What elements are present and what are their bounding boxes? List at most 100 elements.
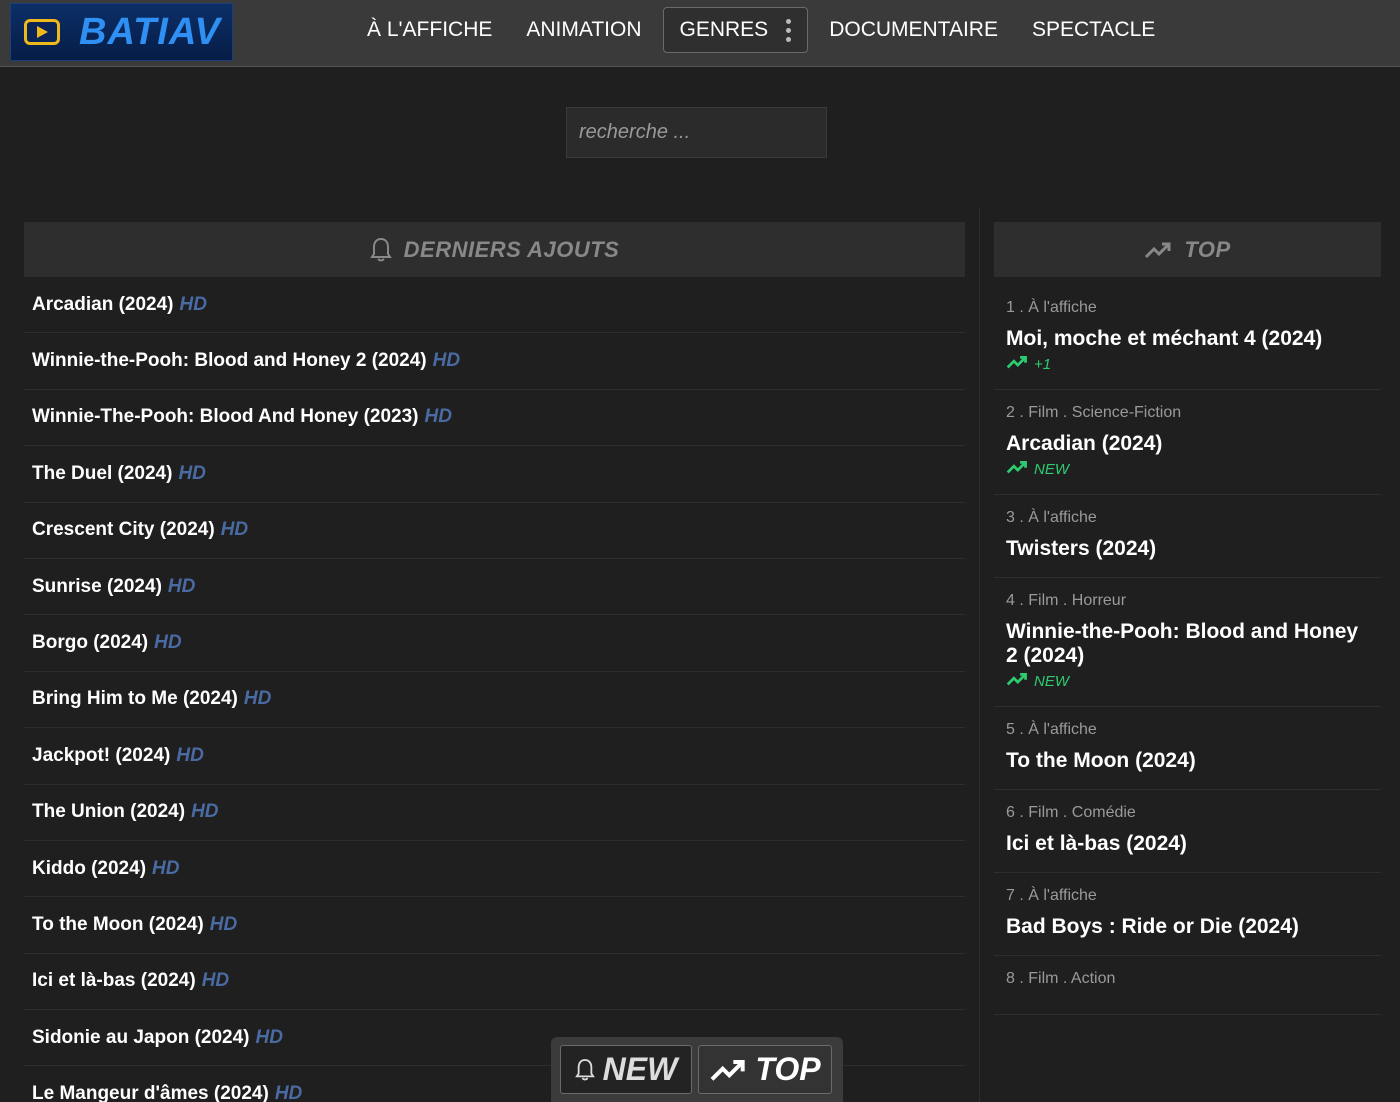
hd-badge: HD [255, 1026, 283, 1048]
new-button[interactable]: NEW [560, 1045, 692, 1094]
nav-documentaire[interactable]: DOCUMENTAIRE [812, 18, 1015, 42]
trending-up-icon [1006, 672, 1034, 690]
top-item[interactable]: 1 . À l'affiche Moi, moche et méchant 4 (… [994, 285, 1381, 390]
latest-item-title: Winnie-the-Pooh: Blood and Honey 2 (2024… [32, 350, 427, 372]
latest-item-title: Ici et là-bas (2024) [32, 970, 196, 992]
play-icon [24, 19, 60, 45]
latest-item-title: To the Moon (2024) [32, 913, 204, 935]
trending-up-icon [1145, 242, 1171, 258]
latest-item-title: Winnie-The-Pooh: Blood And Honey (2023) [32, 406, 419, 428]
top-item-title: Twisters (2024) [1006, 537, 1157, 560]
new-button-label: NEW [602, 1051, 678, 1087]
latest-item[interactable]: Arcadian (2024) HD [24, 277, 965, 334]
latest-item-title: Bring Him to Me (2024) [32, 688, 238, 710]
nav-genres-label: GENRES [679, 18, 769, 41]
logo-text: BATIAV [79, 10, 221, 53]
hd-badge: HD [220, 519, 249, 541]
top-item[interactable]: 8 . Film . Action [994, 956, 1381, 1015]
nav-a-l-affiche[interactable]: À L'AFFICHE [350, 18, 509, 42]
top-button[interactable]: TOP [698, 1045, 832, 1094]
latest-item-title: Sidonie au Japon (2024) [32, 1026, 250, 1048]
top-item-meta: 5 . À l'affiche [1006, 721, 1097, 738]
latest-item-title: Borgo (2024) [32, 632, 149, 654]
latest-item-title: Le Mangeur d'âmes (2024) [32, 1083, 269, 1102]
latest-item[interactable]: Winnie-the-Pooh: Blood and Honey 2 (2024… [24, 333, 965, 390]
trend-badge: NEW [1006, 460, 1369, 478]
latest-item[interactable]: Kiddo (2024) HD [24, 841, 965, 898]
top-list: 1 . À l'affiche Moi, moche et méchant 4 (… [994, 285, 1381, 1015]
hd-badge: HD [209, 913, 238, 935]
hd-badge: HD [178, 462, 206, 484]
column-divider [979, 208, 980, 1102]
top-item[interactable]: 7 . À l'affiche Bad Boys : Ride or Die (2… [994, 873, 1381, 956]
search-input[interactable] [566, 107, 827, 158]
top-item[interactable]: 4 . Film . Horreur Winnie-the-Pooh: Blood… [994, 578, 1381, 707]
trending-up-icon [1006, 355, 1034, 373]
latest-item-title: Sunrise (2024) [32, 575, 162, 597]
latest-heading: DERNIERS AJOUTS [403, 236, 620, 262]
hd-badge: HD [167, 575, 196, 597]
top-button-label: TOP [755, 1051, 821, 1087]
latest-item-title: The Duel (2024) [32, 462, 173, 484]
top-item[interactable]: 3 . À l'affiche Twisters (2024) [994, 495, 1381, 578]
top-item-meta: 3 . À l'affiche [1006, 509, 1097, 526]
trend-badge-text: NEW [1034, 460, 1069, 478]
trending-up-icon [710, 1059, 746, 1081]
latest-item[interactable]: Jackpot! (2024) HD [24, 728, 965, 785]
hd-badge: HD [201, 970, 230, 992]
nav-spectacle[interactable]: SPECTACLE [1015, 18, 1172, 42]
top-heading: TOP [1184, 236, 1231, 262]
top-item-meta: 8 . Film . Action [1006, 970, 1116, 987]
top-item-meta: 4 . Film . Horreur [1006, 592, 1127, 609]
latest-item[interactable]: Crescent City (2024) HD [24, 503, 965, 559]
latest-item-title: The Union (2024) [32, 801, 186, 823]
latest-item[interactable]: To the Moon (2024) HD [24, 897, 965, 954]
trend-badge: NEW [1006, 672, 1369, 690]
hd-badge: HD [191, 801, 219, 823]
trend-badge-text: +1 [1034, 355, 1052, 373]
top-item-title: Arcadian (2024) [1006, 432, 1163, 455]
hd-badge: HD [432, 350, 461, 372]
latest-item[interactable]: Ici et là-bas (2024) HD [24, 954, 965, 1011]
hd-badge: HD [179, 293, 207, 315]
top-item-title: Winnie-the-Pooh: Blood and Honey 2 (2024… [1006, 620, 1359, 667]
trend-badge-text: NEW [1034, 672, 1069, 690]
bell-icon [369, 237, 392, 261]
main-nav: À L'AFFICHE ANIMATION GENRES DOCUMENTAIR… [350, 0, 1172, 60]
top-item-meta: 2 . Film . Science-Fiction [1006, 404, 1182, 421]
more-vertical-icon [786, 18, 792, 42]
latest-item[interactable]: The Union (2024) HD [24, 785, 965, 841]
latest-item-title: Crescent City (2024) [32, 519, 215, 541]
latest-header: DERNIERS AJOUTS [24, 222, 965, 277]
top-item[interactable]: 2 . Film . Science-Fiction Arcadian (2024… [994, 390, 1381, 495]
top-bar: BATIAV À L'AFFICHE ANIMATION GENRES DOCU… [0, 0, 1400, 67]
top-item[interactable]: 6 . Film . Comédie Ici et là-bas (2024) [994, 790, 1381, 873]
nav-genres-dropdown[interactable]: GENRES [662, 7, 809, 53]
bell-icon [574, 1058, 595, 1080]
top-item-meta: 1 . À l'affiche [1006, 299, 1097, 316]
latest-item[interactable]: Winnie-The-Pooh: Blood And Honey (2023) H… [24, 390, 965, 447]
top-item-meta: 7 . À l'affiche [1006, 887, 1097, 904]
trending-up-icon [1006, 460, 1034, 478]
hd-badge: HD [424, 406, 452, 428]
latest-item-title: Kiddo (2024) [32, 857, 147, 879]
top-item-title: Bad Boys : Ride or Die (2024) [1006, 915, 1299, 938]
hd-badge: HD [274, 1083, 303, 1102]
latest-item[interactable]: The Duel (2024) HD [24, 446, 965, 503]
latest-item[interactable]: Bring Him to Me (2024) HD [24, 672, 965, 729]
top-item[interactable]: 5 . À l'affiche To the Moon (2024) [994, 707, 1381, 790]
top-item-title: Moi, moche et méchant 4 (2024) [1006, 327, 1323, 350]
hd-badge: HD [152, 857, 180, 879]
trend-badge: +1 [1006, 355, 1369, 373]
hd-badge: HD [176, 744, 204, 766]
top-item-title: To the Moon (2024) [1006, 749, 1196, 772]
floating-toggle-bar: NEW TOP [551, 1037, 843, 1102]
latest-item[interactable]: Sunrise (2024) HD [24, 559, 965, 616]
site-logo[interactable]: BATIAV [10, 3, 233, 61]
latest-list: Arcadian (2024) HD Winnie-the-Pooh: Blood … [24, 277, 965, 1102]
hd-badge: HD [154, 632, 182, 654]
nav-animation[interactable]: ANIMATION [509, 18, 658, 42]
latest-item-title: Arcadian (2024) [32, 293, 174, 315]
latest-item[interactable]: Borgo (2024) HD [24, 615, 965, 672]
top-item-meta: 6 . Film . Comédie [1006, 804, 1136, 821]
